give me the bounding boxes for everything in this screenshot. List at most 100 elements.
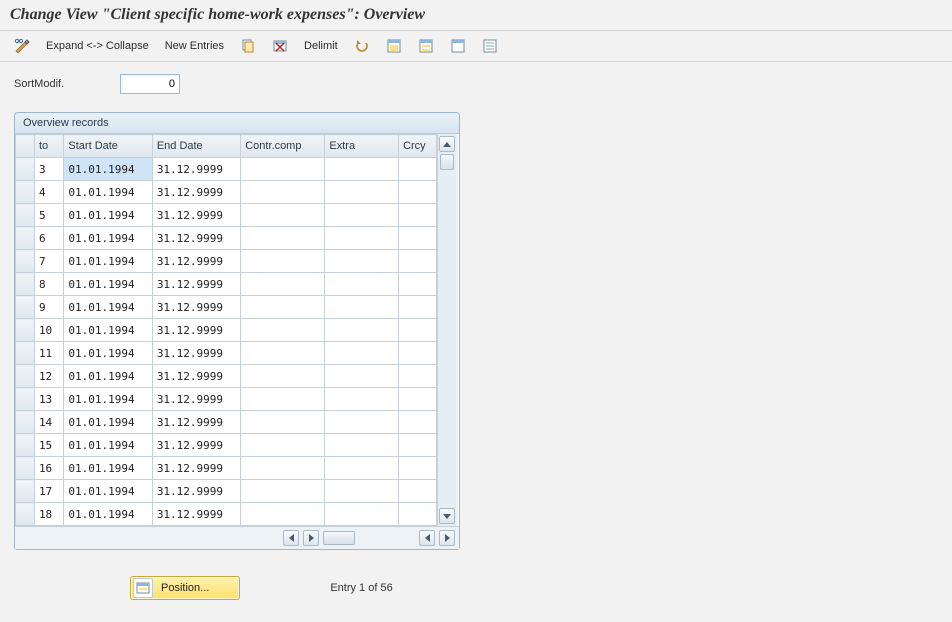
- cell-contr-comp[interactable]: [241, 480, 325, 503]
- cell-contr-comp[interactable]: [241, 181, 325, 204]
- cell-contr-comp[interactable]: [241, 434, 325, 457]
- cell-extra[interactable]: [325, 434, 399, 457]
- cell-end-date[interactable]: 31.12.9999: [152, 273, 240, 296]
- cell-start-date[interactable]: 01.01.1994: [64, 480, 152, 503]
- cell-extra[interactable]: [325, 181, 399, 204]
- cell-crcy[interactable]: [399, 204, 437, 227]
- cell-extra[interactable]: [325, 227, 399, 250]
- table-row[interactable]: 1101.01.199431.12.9999: [16, 342, 437, 365]
- vertical-scrollbar[interactable]: [437, 134, 456, 526]
- hscroll-right2-button[interactable]: [439, 530, 455, 546]
- cell-crcy[interactable]: [399, 411, 437, 434]
- col-to[interactable]: to: [34, 135, 63, 158]
- row-selector[interactable]: [16, 250, 35, 273]
- cell-to[interactable]: 3: [34, 158, 63, 181]
- cell-end-date[interactable]: 31.12.9999: [152, 296, 240, 319]
- col-crcy[interactable]: Crcy: [399, 135, 437, 158]
- hscroll-right-button[interactable]: [303, 530, 319, 546]
- cell-end-date[interactable]: 31.12.9999: [152, 503, 240, 526]
- table-row[interactable]: 501.01.199431.12.9999: [16, 204, 437, 227]
- scroll-thumb[interactable]: [440, 154, 454, 170]
- table-row[interactable]: 401.01.199431.12.9999: [16, 181, 437, 204]
- cell-to[interactable]: 9: [34, 296, 63, 319]
- table-row[interactable]: 1201.01.199431.12.9999: [16, 365, 437, 388]
- scroll-up-button[interactable]: [439, 136, 455, 152]
- cell-to[interactable]: 11: [34, 342, 63, 365]
- hscroll-left-button[interactable]: [283, 530, 299, 546]
- cell-crcy[interactable]: [399, 365, 437, 388]
- cell-end-date[interactable]: 31.12.9999: [152, 411, 240, 434]
- deselect-all-button[interactable]: [444, 35, 472, 57]
- table-row[interactable]: 1301.01.199431.12.9999: [16, 388, 437, 411]
- cell-end-date[interactable]: 31.12.9999: [152, 457, 240, 480]
- cell-crcy[interactable]: [399, 319, 437, 342]
- cell-start-date[interactable]: 01.01.1994: [64, 158, 152, 181]
- cell-extra[interactable]: [325, 411, 399, 434]
- cell-extra[interactable]: [325, 319, 399, 342]
- delimit-button[interactable]: Delimit: [298, 36, 344, 56]
- cell-crcy[interactable]: [399, 296, 437, 319]
- cell-end-date[interactable]: 31.12.9999: [152, 227, 240, 250]
- cell-crcy[interactable]: [399, 342, 437, 365]
- cell-crcy[interactable]: [399, 250, 437, 273]
- hscroll-thumb[interactable]: [323, 531, 355, 545]
- toggle-display-change-button[interactable]: [8, 35, 36, 57]
- cell-extra[interactable]: [325, 342, 399, 365]
- row-selector[interactable]: [16, 273, 35, 296]
- table-row[interactable]: 301.01.199431.12.9999: [16, 158, 437, 181]
- select-all-button[interactable]: [380, 35, 408, 57]
- cell-extra[interactable]: [325, 296, 399, 319]
- cell-crcy[interactable]: [399, 227, 437, 250]
- cell-start-date[interactable]: 01.01.1994: [64, 342, 152, 365]
- cell-contr-comp[interactable]: [241, 227, 325, 250]
- cell-start-date[interactable]: 01.01.1994: [64, 411, 152, 434]
- cell-to[interactable]: 12: [34, 365, 63, 388]
- row-selector[interactable]: [16, 296, 35, 319]
- position-button[interactable]: Position...: [130, 576, 240, 600]
- table-row[interactable]: 801.01.199431.12.9999: [16, 273, 437, 296]
- cell-crcy[interactable]: [399, 457, 437, 480]
- cell-extra[interactable]: [325, 273, 399, 296]
- row-selector[interactable]: [16, 480, 35, 503]
- expand-collapse-button[interactable]: Expand <-> Collapse: [40, 36, 155, 56]
- sortmodif-input[interactable]: [120, 74, 180, 94]
- row-selector[interactable]: [16, 204, 35, 227]
- row-selector[interactable]: [16, 365, 35, 388]
- col-select[interactable]: [16, 135, 35, 158]
- cell-end-date[interactable]: 31.12.9999: [152, 319, 240, 342]
- cell-to[interactable]: 6: [34, 227, 63, 250]
- scroll-down-button[interactable]: [439, 508, 455, 524]
- row-selector[interactable]: [16, 319, 35, 342]
- row-selector[interactable]: [16, 181, 35, 204]
- cell-contr-comp[interactable]: [241, 388, 325, 411]
- table-row[interactable]: 1601.01.199431.12.9999: [16, 457, 437, 480]
- cell-crcy[interactable]: [399, 158, 437, 181]
- table-row[interactable]: 901.01.199431.12.9999: [16, 296, 437, 319]
- cell-end-date[interactable]: 31.12.9999: [152, 181, 240, 204]
- row-selector[interactable]: [16, 411, 35, 434]
- table-row[interactable]: 1501.01.199431.12.9999: [16, 434, 437, 457]
- cell-to[interactable]: 5: [34, 204, 63, 227]
- cell-start-date[interactable]: 01.01.1994: [64, 319, 152, 342]
- cell-contr-comp[interactable]: [241, 342, 325, 365]
- cell-start-date[interactable]: 01.01.1994: [64, 457, 152, 480]
- cell-to[interactable]: 4: [34, 181, 63, 204]
- cell-contr-comp[interactable]: [241, 365, 325, 388]
- table-settings-button[interactable]: [476, 35, 504, 57]
- cell-crcy[interactable]: [399, 388, 437, 411]
- cell-extra[interactable]: [325, 158, 399, 181]
- cell-extra[interactable]: [325, 204, 399, 227]
- cell-extra[interactable]: [325, 365, 399, 388]
- cell-crcy[interactable]: [399, 181, 437, 204]
- row-selector[interactable]: [16, 434, 35, 457]
- cell-to[interactable]: 14: [34, 411, 63, 434]
- cell-contr-comp[interactable]: [241, 273, 325, 296]
- cell-to[interactable]: 8: [34, 273, 63, 296]
- cell-to[interactable]: 18: [34, 503, 63, 526]
- cell-end-date[interactable]: 31.12.9999: [152, 480, 240, 503]
- undo-change-button[interactable]: [348, 35, 376, 57]
- col-start-date[interactable]: Start Date: [64, 135, 152, 158]
- cell-crcy[interactable]: [399, 480, 437, 503]
- row-selector[interactable]: [16, 158, 35, 181]
- cell-start-date[interactable]: 01.01.1994: [64, 204, 152, 227]
